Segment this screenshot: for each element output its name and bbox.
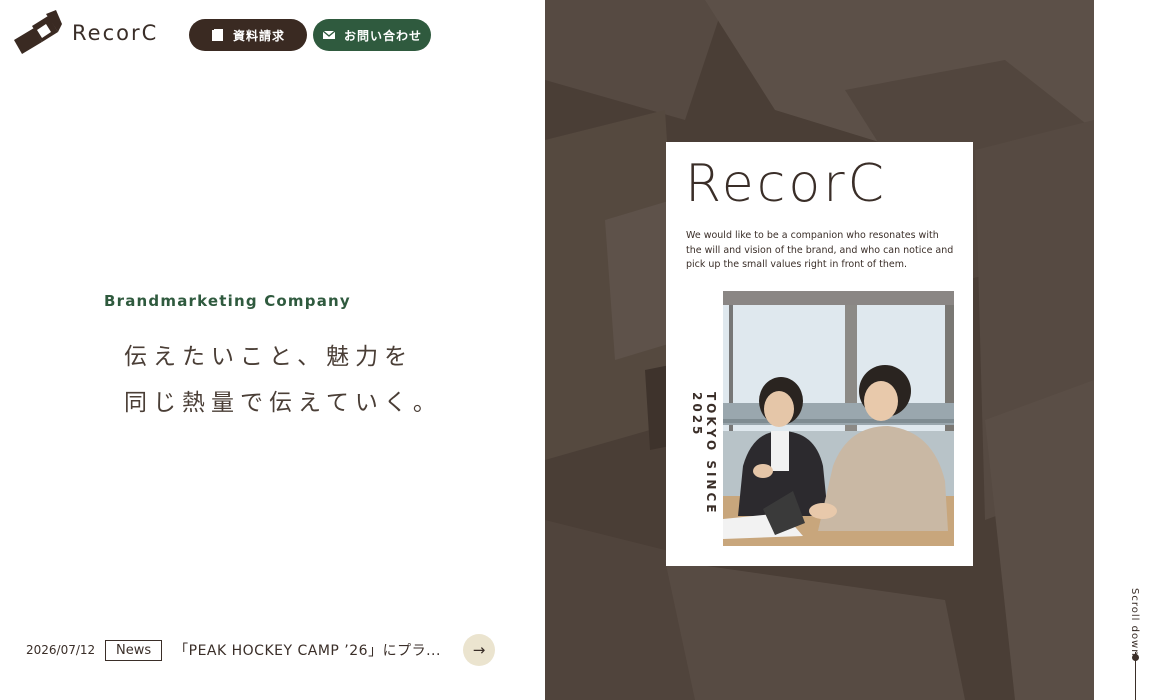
cover-copy: We would like to be a companion who reso… (686, 230, 954, 270)
contact-label: お問い合わせ (343, 28, 422, 43)
headline-line-1: 伝えたいこと、魅力を (124, 344, 414, 370)
scroll-dot (1132, 654, 1139, 661)
news-tag: News (105, 639, 163, 661)
cover-vertical-text: TOKYO SINCE 2025 (690, 392, 718, 516)
cover-photo (723, 291, 954, 546)
news-date: 2026/07/12 (26, 643, 96, 657)
request-documents-label: 資料請求 (232, 28, 285, 43)
headline: 伝えたいこと、魅力を 同じ熱量で伝えていく。 (124, 334, 442, 426)
meeting-photo (723, 291, 954, 546)
logo-text: RecorC (72, 21, 159, 45)
contact-button[interactable]: お問い合わせ (313, 19, 431, 51)
news-bar[interactable]: 2026/07/12 News 「PEAK HOCKEY CAMP ’26」にプ… (26, 635, 444, 665)
brochure-cover: RecorC We would like to be a companion w… (666, 142, 973, 566)
tagline: Brandmarketing Company (104, 292, 351, 310)
headline-line-2: 同じ熱量で伝えていく。 (124, 390, 442, 416)
scroll-down-label[interactable]: Scroll down (1129, 588, 1140, 657)
mail-icon (322, 30, 336, 39)
logo[interactable]: RecorC (12, 10, 158, 54)
document-icon (211, 29, 223, 41)
news-next-button[interactable]: → (463, 634, 495, 666)
request-documents-button[interactable]: 資料請求 (189, 19, 307, 51)
logo-mark-icon (14, 10, 62, 54)
news-title-link[interactable]: 「PEAK HOCKEY CAMP ’26」にプラ... (174, 640, 444, 660)
cover-title: RecorC (685, 154, 887, 214)
